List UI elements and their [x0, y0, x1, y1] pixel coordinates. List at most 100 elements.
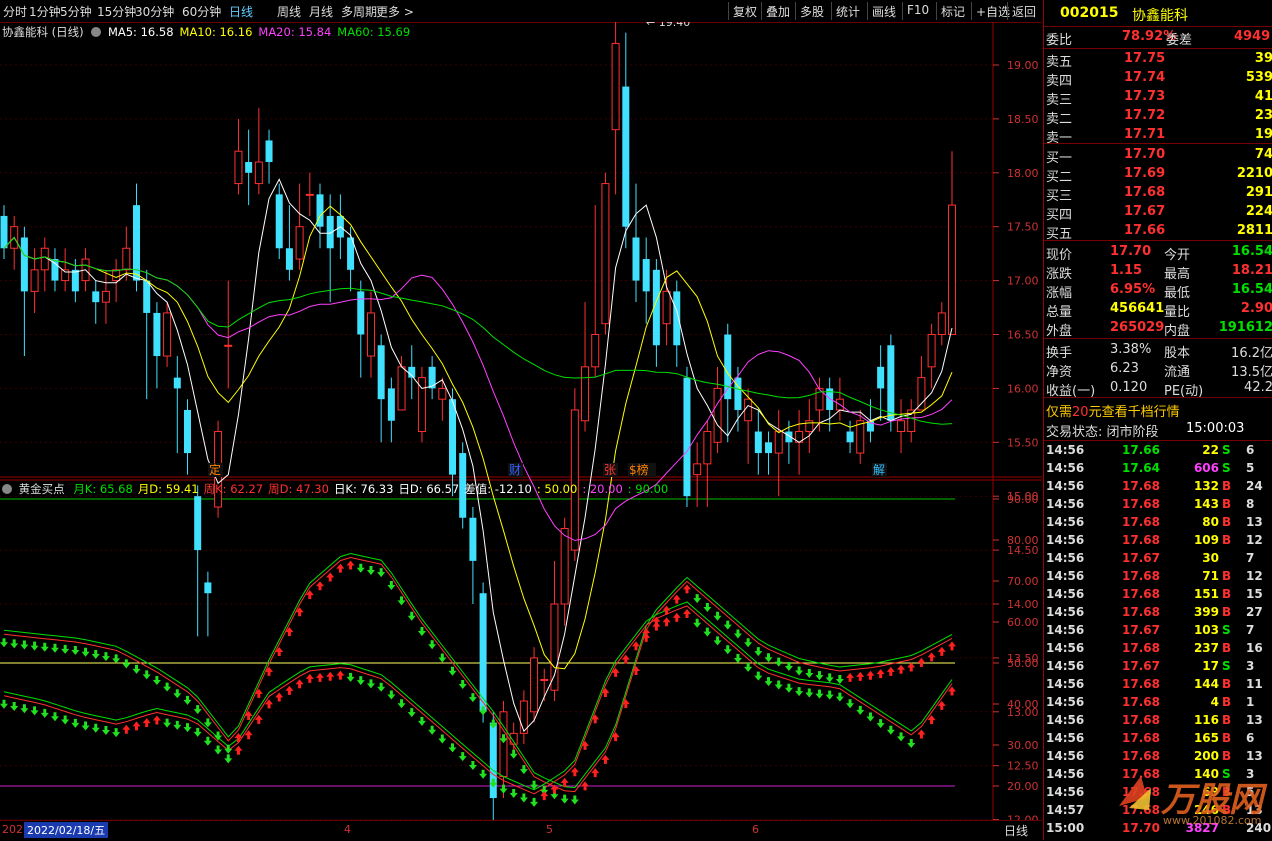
candle-down [204, 582, 212, 594]
candle-up [112, 269, 121, 282]
tick-row: 14:56 17.68 399 B 27 [1046, 605, 1263, 619]
toolbar-button-0[interactable]: 复权 [733, 3, 757, 20]
indicator-legend-7: : 50.00 [536, 482, 578, 496]
quote-panel: 002015 协鑫能科 委比 78.92% 委差 4949 卖五 17.75 39 卖… [1043, 0, 1272, 840]
period-tab-daily[interactable]: 日线 [1004, 822, 1028, 839]
tick-row: 14:56 17.68 80 B 13 [1046, 515, 1263, 529]
signal-arrow [356, 676, 365, 686]
stock-code: 002015 [1060, 5, 1119, 21]
dropdown-icon[interactable] [2, 484, 12, 494]
period-tab-2[interactable]: 5分钟 [60, 3, 92, 20]
period-tab-3[interactable]: 15分钟 [97, 3, 136, 20]
price-axis-label: 19.00 [1007, 59, 1039, 72]
candle-up [917, 377, 926, 411]
tick-row: 14:56 17.64 606 S 5 [1046, 461, 1255, 475]
indicator-name: 黄金买点 [18, 482, 65, 496]
tick-row: 14:56 17.67 17 S 3 [1046, 659, 1255, 673]
promo-row[interactable]: 仅需20元查看千档行情 [1046, 400, 1272, 420]
period-tab-8[interactable]: 月线 [309, 3, 333, 20]
ma-line-60 [3, 236, 953, 425]
signal-arrow [193, 727, 202, 737]
candle-down [469, 517, 477, 561]
signal-arrow [20, 640, 29, 650]
signal-arrow [417, 716, 426, 726]
period-tab-4[interactable]: 30分钟 [135, 3, 174, 20]
period-tab-6[interactable]: 日线 [229, 3, 253, 20]
signal-arrow [754, 647, 763, 657]
signal-arrow [0, 638, 8, 648]
signal-arrow [71, 718, 80, 728]
toolbar-button-6[interactable]: 标记 [941, 3, 965, 20]
candle-down [265, 140, 273, 163]
signal-arrow [428, 725, 437, 735]
candle-down [357, 291, 365, 335]
tick-row: 14:56 17.68 109 B 12 [1046, 533, 1263, 547]
signal-arrow [122, 724, 131, 734]
stat-row-4: 外盘 265029 内盘 191612 [1046, 320, 1272, 339]
period-tab-7[interactable]: 周线 [277, 3, 301, 20]
signal-arrow [91, 649, 100, 659]
period-tab-9[interactable]: 多周期 [341, 3, 377, 20]
signal-arrow [458, 679, 467, 689]
signal-arrow [825, 690, 834, 700]
indicator-legend-3: 周D: 47.30 [268, 482, 329, 496]
signal-arrow [224, 744, 233, 754]
price-axis-label: 15.50 [1007, 436, 1039, 449]
watermark-logo: 万股网 www.201082.com [1099, 768, 1269, 828]
candle-up [937, 312, 946, 336]
stock-name: 协鑫能科 [1132, 8, 1188, 24]
signal-arrow [611, 732, 620, 742]
signal-arrow [907, 662, 916, 672]
signal-arrow [254, 688, 263, 698]
price-axis-label: 17.00 [1007, 275, 1039, 288]
ma-legend-0: MA5: 16.58 [107, 25, 174, 39]
signal-arrow [652, 621, 661, 631]
signal-arrow [152, 675, 161, 685]
candle-down [285, 248, 293, 270]
signal-arrow [733, 654, 742, 664]
ma-line-10 [3, 205, 953, 670]
signal-arrow [662, 617, 671, 627]
toolbar-button-7[interactable]: +自选 [976, 3, 1010, 20]
indicator-axis-label: 90.00 [1007, 493, 1039, 506]
toolbar-button-3[interactable]: 统计 [836, 3, 860, 20]
period-tab-1[interactable]: 1分钟 [29, 3, 61, 20]
candle-down [173, 377, 181, 389]
ma-line-5 [3, 178, 953, 733]
signal-arrow [397, 596, 406, 606]
toolbar-button-8[interactable]: 返回 [1012, 3, 1036, 20]
candle-down [143, 280, 151, 313]
candle-up [397, 366, 406, 411]
period-tab-0[interactable]: 分时 [3, 3, 27, 20]
signal-arrow [784, 683, 793, 693]
candle-down [153, 312, 161, 357]
signal-arrow [917, 729, 926, 739]
toolbar-button-2[interactable]: 多股 [800, 3, 824, 20]
price-axis-label: 16.50 [1007, 329, 1039, 342]
candle-down [673, 291, 681, 346]
candle-up [305, 193, 314, 196]
indicator-legend-1: 月D: 59.41 [137, 482, 199, 496]
toolbar-button-5[interactable]: F10 [907, 3, 929, 17]
toolbar-button-1[interactable]: 叠加 [766, 3, 790, 20]
signal-arrow [183, 695, 192, 705]
period-tab-5[interactable]: 60分钟 [182, 3, 221, 20]
signal-arrow [886, 725, 895, 735]
tick-row: 14:56 17.67 103 S 7 [1046, 623, 1255, 637]
kline-chart-area[interactable]: 19.00 18.50 18.00 17.50 17.00 16.50 16.00 15.50… [0, 22, 1042, 820]
signal-arrow [876, 719, 885, 729]
signal-arrow [101, 725, 110, 735]
toolbar-button-4[interactable]: 画线 [872, 3, 896, 20]
signal-arrow [856, 671, 865, 681]
dropdown-icon[interactable] [91, 27, 102, 37]
signal-arrow [876, 669, 885, 679]
signal-arrow [50, 643, 59, 653]
period-tab-10[interactable]: 更多 > [376, 3, 414, 20]
candle-down [71, 269, 79, 292]
signal-arrow [458, 752, 467, 762]
ma-legend-2: MA20: 15.84 [258, 25, 332, 39]
period-toolbar: 分时 1分钟 5分钟 15分钟 30分钟 60分钟 日线 周线 月线 多周期 更多 > 复权 叠加 多股统… [0, 0, 1042, 23]
signal-arrow [316, 672, 324, 682]
signal-arrow [326, 572, 335, 582]
candle-up [224, 344, 233, 347]
